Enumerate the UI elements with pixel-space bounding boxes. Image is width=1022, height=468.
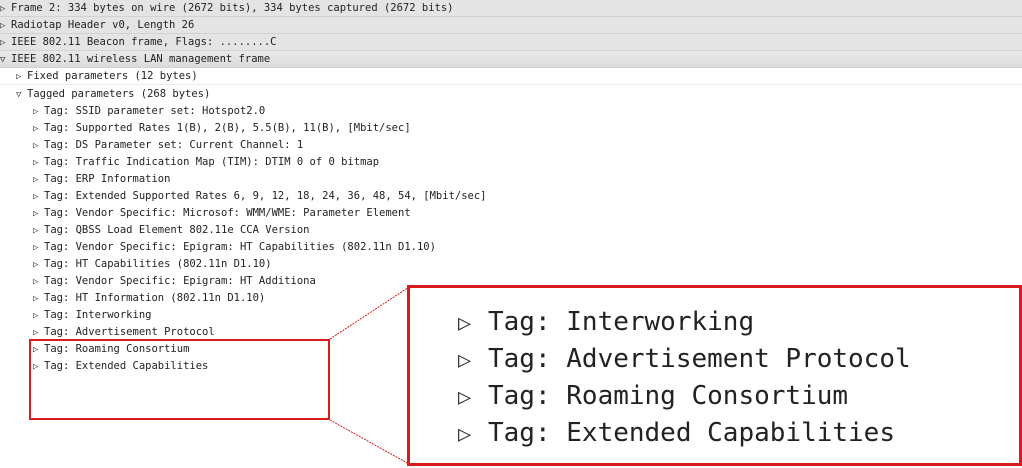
- zoom-row-extended-capabilities: ▷ Tag: Extended Capabilities: [458, 415, 895, 453]
- zoom-row-roaming-consortium: ▷ Tag: Roaming Consortium: [458, 378, 848, 416]
- zoom-callout-panel: ▷ Tag: Interworking ▷ Tag: Advertisement P…: [407, 285, 1022, 466]
- zoom-row-label: Tag: Extended Capabilities: [488, 418, 895, 448]
- expand-arrow-icon: ▷: [458, 422, 472, 447]
- zoom-row-label: Tag: Roaming Consortium: [488, 381, 849, 411]
- zoom-row-label: Tag: Interworking: [488, 307, 755, 337]
- expand-arrow-icon: ▷: [458, 385, 472, 410]
- expand-arrow-icon: ▷: [458, 311, 472, 336]
- zoom-row-label: Tag: Advertisement Protocol: [488, 344, 911, 374]
- expand-arrow-icon: ▷: [458, 348, 472, 373]
- zoom-row-advertisement-protocol: ▷ Tag: Advertisement Protocol: [458, 341, 911, 379]
- zoom-row-interworking: ▷ Tag: Interworking: [458, 304, 754, 342]
